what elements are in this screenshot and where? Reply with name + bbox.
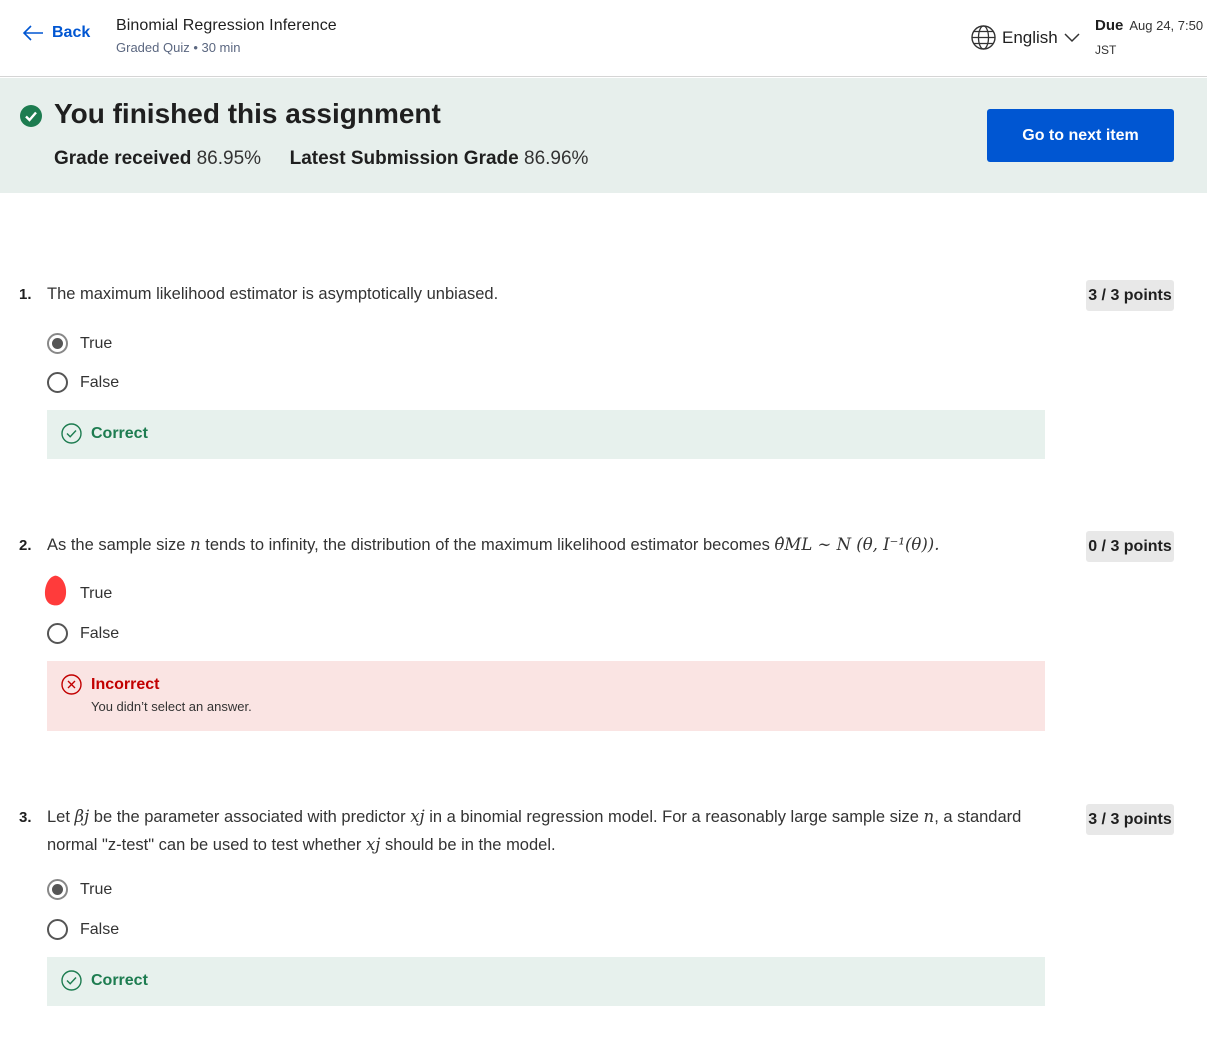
language-selector[interactable]: English [970,24,1080,51]
question-number: 2. [19,537,32,554]
radio-unselected[interactable] [47,372,68,393]
feedback-detail: You didn’t select an answer. [91,699,252,714]
question-number: 3. [19,809,32,826]
feedback-label: Correct [91,971,148,989]
check-circle-icon [20,105,42,127]
radio-selected[interactable] [47,333,68,354]
globe-icon [971,25,996,50]
formula: θ̂ML ∼ N (θ, I⁻¹(θ)). [774,535,940,554]
feedback-label: Incorrect [91,675,160,693]
radio-unselected[interactable] [47,919,68,940]
quiz-title-block: Binomial Regression Inference Graded Qui… [116,17,337,55]
feedback-incorrect: Incorrect You didn’t select an answer. [47,661,1045,731]
feedback-label: Correct [91,424,148,442]
grade-received-label: Grade received [54,148,192,169]
due-date: Aug 24, 7:50 [1129,18,1204,33]
option-true[interactable]: True [47,333,112,354]
points-badge: 3 / 3 points [1086,804,1174,835]
option-label: False [80,373,120,391]
check-circle-icon [61,970,82,991]
check-circle-icon [61,423,82,444]
chevron-down-icon [1064,32,1080,42]
question-text: Let βj be the parameter associated with … [47,807,1022,854]
option-true[interactable]: True [47,879,112,900]
top-header: Back Binomial Regression Inference Grade… [0,0,1207,77]
quiz-title: Binomial Regression Inference [116,17,337,34]
due-label: Due [1095,17,1124,34]
back-label: Back [52,24,91,41]
question-text: The maximum likelihood estimator is asym… [47,285,499,303]
go-to-next-item-button[interactable]: Go to next item [987,109,1174,162]
option-false[interactable]: False [47,372,119,393]
radio-selected[interactable] [47,879,68,900]
grade-summary: Grade received 86.95% Latest Submission … [54,148,588,170]
feedback-correct: Correct [47,410,1045,459]
question-text: As the sample size n tends to infinity, … [47,535,940,554]
option-label: False [80,920,120,938]
language-label: English [1002,27,1058,47]
question-number: 1. [19,286,32,303]
option-true[interactable]: True [44,575,113,605]
back-link[interactable]: Back [22,24,90,42]
option-label: True [80,334,113,352]
arrow-left-icon [22,25,43,41]
due-info: Due Aug 24, 7:50 JST [1095,17,1203,57]
option-label: True [80,880,113,898]
radio-unselected[interactable] [47,623,68,644]
completion-banner: You finished this assignment Grade recei… [0,78,1207,193]
option-label: False [80,624,120,642]
feedback-correct: Correct [47,957,1045,1006]
option-label: True [80,584,113,602]
grade-received-value: 86.95% [196,148,262,169]
banner-title: You finished this assignment [54,98,441,129]
option-false[interactable]: False [47,919,119,940]
annotation-mark [44,575,68,605]
points-badge: 0 / 3 points [1086,531,1174,562]
x-circle-icon [61,674,82,695]
quiz-subtitle: Graded Quiz • 30 min [116,40,241,55]
due-timezone: JST [1095,43,1117,57]
points-badge: 3 / 3 points [1086,280,1174,311]
option-false[interactable]: False [47,623,119,644]
latest-grade-value: 86.96% [524,148,589,169]
latest-grade-label: Latest Submission Grade [289,148,519,169]
